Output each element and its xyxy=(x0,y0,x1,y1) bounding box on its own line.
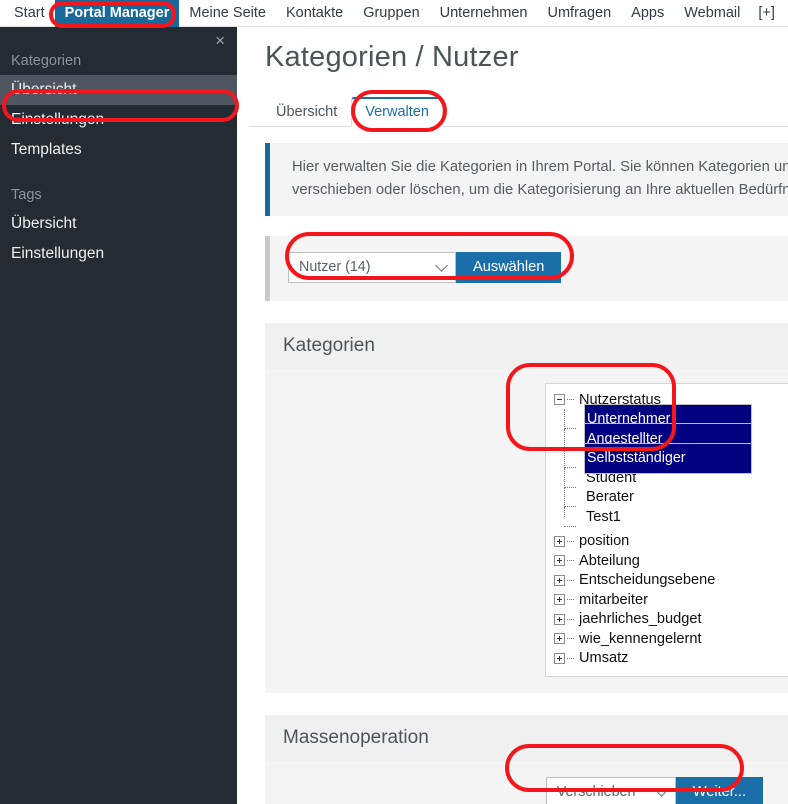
sidebar-group-title-tags: Tags xyxy=(11,187,42,203)
page-title: Kategorien / Nutzer xyxy=(265,41,519,73)
tree-connector xyxy=(567,618,574,620)
tree-connector xyxy=(567,540,574,542)
tree-row[interactable]: Entscheidungsebene xyxy=(554,570,788,590)
expand-icon[interactable] xyxy=(554,535,565,547)
app-root: Start Portal Manager Meine Seite Kontakt… xyxy=(0,0,788,804)
tab-bar: Übersicht Verwalten xyxy=(249,96,788,127)
expand-icon[interactable] xyxy=(554,574,565,586)
entity-select[interactable]: Nutzer (14) xyxy=(288,251,456,283)
bulk-operation-select-value: Verschieben xyxy=(556,784,636,801)
category-tree[interactable]: Nutzerstatus Unternehmer Angestellter Se… xyxy=(545,382,788,677)
entity-selector-card: Nutzer (14) Auswählen xyxy=(265,235,788,301)
sidebar-item-kategorien-uebersicht[interactable]: Übersicht xyxy=(0,75,237,105)
entity-selector-row: Nutzer (14) Auswählen xyxy=(288,251,788,283)
chevron-down-icon xyxy=(654,784,668,798)
nav-item-portal-manager[interactable]: Portal Manager xyxy=(54,0,180,27)
nav-item-umfragen[interactable]: Umfragen xyxy=(538,0,622,27)
tree-row[interactable]: jaehrliches_budget xyxy=(554,609,788,629)
bulk-operation-row: Verschieben Weiter... xyxy=(265,776,788,804)
expand-icon[interactable] xyxy=(554,555,565,567)
category-tree-wrap: Nutzerstatus Unternehmer Angestellter Se… xyxy=(265,382,788,677)
nav-item-kontakte[interactable]: Kontakte xyxy=(276,0,353,27)
tree-row[interactable]: position xyxy=(554,531,788,551)
nav-item-gruppen[interactable]: Gruppen xyxy=(353,0,429,27)
expand-icon[interactable] xyxy=(554,633,565,645)
expand-icon[interactable] xyxy=(554,613,565,625)
tree-label[interactable]: Test1 xyxy=(584,509,623,525)
nav-item-apps[interactable]: Apps xyxy=(621,0,674,27)
sidebar-item-tags-uebersicht[interactable]: Übersicht xyxy=(0,209,237,239)
tree-label[interactable]: mitarbeiter xyxy=(577,592,650,608)
nav-item-start[interactable]: Start xyxy=(4,0,55,27)
sidebar-item-kategorien-einstellungen[interactable]: Einstellungen xyxy=(0,105,237,135)
tab-uebersicht[interactable]: Übersicht xyxy=(262,98,351,127)
sidebar-divider xyxy=(0,165,237,181)
nav-item-unternehmen[interactable]: Unternehmen xyxy=(430,0,538,27)
tree-connector xyxy=(567,657,574,659)
tree-row[interactable]: mitarbeiter xyxy=(554,590,788,610)
tree-node-nutzerstatus: Nutzerstatus Unternehmer Angestellter Se… xyxy=(554,390,788,527)
tree-label[interactable]: Berater xyxy=(584,489,636,505)
continue-button[interactable]: Weiter... xyxy=(675,776,763,804)
sidebar-group-title-kategorien: Kategorien xyxy=(11,53,82,69)
tree-connector xyxy=(567,638,574,640)
sidebar-item-kategorien-templates[interactable]: Templates xyxy=(0,135,237,165)
tree-label[interactable]: Umsatz xyxy=(577,650,630,666)
bulk-operation-card: Massenoperation Verschieben Weiter... xyxy=(265,714,788,804)
tree-row[interactable]: Umsatz xyxy=(554,648,788,668)
info-alert-line-2: verschieben oder löschen, um die Kategor… xyxy=(292,181,788,198)
collapse-icon[interactable] xyxy=(554,394,565,406)
nav-item-webmail[interactable]: Webmail xyxy=(674,0,750,27)
tree-label[interactable]: Abteilung xyxy=(577,553,642,569)
expand-icon[interactable] xyxy=(554,594,565,606)
sidebar-item-tags-einstellungen[interactable]: Einstellungen xyxy=(0,239,237,269)
tree-connector xyxy=(567,599,574,601)
tree-children: Unternehmer Angestellter Selbstständiger xyxy=(559,403,788,527)
tree-row[interactable]: Test1 xyxy=(559,506,788,527)
tree-connector xyxy=(567,560,574,562)
expand-icon[interactable] xyxy=(554,652,565,664)
entity-select-value: Nutzer (14) xyxy=(299,259,371,276)
nav-more-button[interactable]: [+] xyxy=(750,0,785,27)
tree-label[interactable]: position xyxy=(577,533,631,549)
info-alert: Hier verwalten Sie die Kategorien in Ihr… xyxy=(265,143,788,216)
close-icon[interactable]: × xyxy=(215,32,225,49)
tree-label[interactable]: Entscheidungsebene xyxy=(577,572,717,588)
main-content: Kategorien / Nutzer Übersicht Verwalten … xyxy=(237,27,788,804)
categories-card: Kategorien Nutzerstatus Unternehmer Ange… xyxy=(265,322,788,693)
bulk-operation-card-title: Massenoperation xyxy=(265,714,788,761)
tree-label[interactable]: jaehrliches_budget xyxy=(577,611,704,627)
tree-row[interactable]: Selbstständiger xyxy=(559,442,788,474)
sidebar: × Kategorien Übersicht Einstellungen Tem… xyxy=(0,27,237,804)
nav-item-meine-seite[interactable]: Meine Seite xyxy=(179,0,276,27)
categories-card-title: Kategorien xyxy=(265,322,788,369)
tree-label[interactable]: Selbstständiger xyxy=(584,442,752,474)
tree-label[interactable]: wie_kennengelernt xyxy=(577,631,704,647)
tree-connector xyxy=(567,399,574,401)
top-navigation-bar: Start Portal Manager Meine Seite Kontakt… xyxy=(0,0,788,27)
tab-verwalten[interactable]: Verwalten xyxy=(351,97,443,127)
tree-row[interactable]: Abteilung xyxy=(554,551,788,571)
tree-row[interactable]: wie_kennengelernt xyxy=(554,629,788,649)
bulk-operation-select[interactable]: Verschieben xyxy=(545,776,676,804)
tree-connector xyxy=(567,579,574,581)
info-alert-line-1: Hier verwalten Sie die Kategorien in Ihr… xyxy=(292,159,788,175)
chevron-down-icon xyxy=(435,259,448,273)
select-button[interactable]: Auswählen xyxy=(456,251,562,283)
tree-row[interactable]: Berater xyxy=(559,487,788,508)
